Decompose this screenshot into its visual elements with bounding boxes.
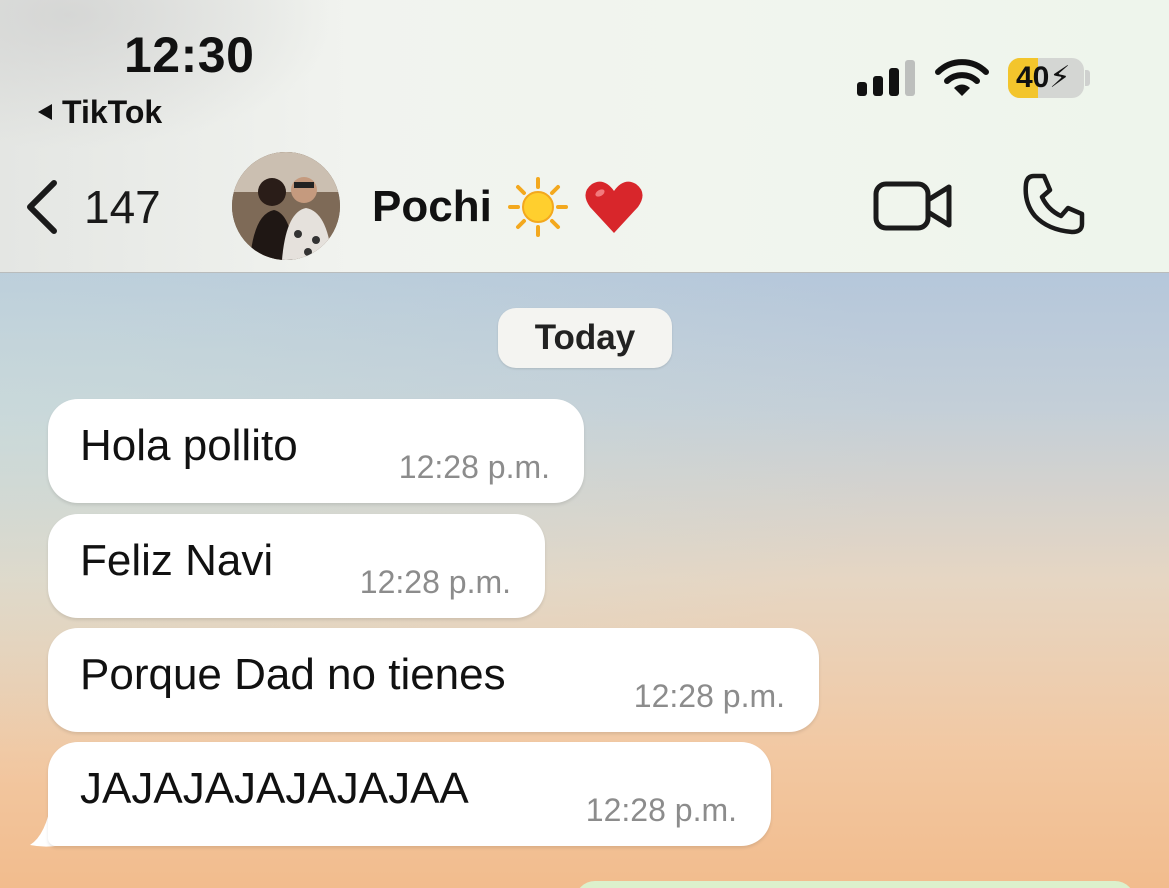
- contact-name-button[interactable]: Pochi: [372, 176, 644, 238]
- sun-emoji-icon: [507, 177, 568, 237]
- back-app-label: TikTok: [62, 93, 163, 130]
- message-timestamp: 12:28 p.m.: [359, 564, 511, 600]
- date-separator: Today: [498, 308, 672, 368]
- back-triangle-icon: [38, 104, 52, 120]
- charging-bolt-icon: ⚡: [1049, 61, 1071, 94]
- message-text: Hola pollito: [80, 421, 298, 470]
- battery-indicator: 40⚡: [1008, 58, 1084, 98]
- wifi-icon: [935, 59, 989, 96]
- contact-name: Pochi: [372, 182, 492, 231]
- message-timestamp: 12:28 p.m.: [585, 792, 737, 828]
- chevron-left-icon: [27, 180, 57, 234]
- message-text: Porque Dad no tienes: [80, 650, 506, 699]
- incoming-message-bubble[interactable]: Hola pollito 12:28 p.m.: [48, 399, 584, 503]
- video-call-icon[interactable]: [873, 178, 953, 234]
- incoming-message-bubble[interactable]: Feliz Navi 12:28 p.m.: [48, 514, 545, 618]
- outgoing-message-bubble[interactable]: [575, 881, 1135, 888]
- incoming-message-bubble[interactable]: Porque Dad no tienes 12:28 p.m.: [48, 628, 819, 732]
- message-timestamp: 12:28 p.m.: [633, 678, 785, 714]
- unread-count: 147: [84, 181, 161, 233]
- cellular-signal-icon: [857, 60, 915, 96]
- battery-percent: 40⚡: [1016, 61, 1071, 94]
- message-text: Feliz Navi: [80, 536, 274, 585]
- chat-area[interactable]: Today Hola pollito 12:28 p.m. Feliz Navi…: [0, 273, 1169, 888]
- battery-nub: [1085, 70, 1090, 86]
- back-to-app-link[interactable]: TikTok: [38, 92, 162, 132]
- back-button[interactable]: 147: [22, 172, 161, 242]
- incoming-message-bubble[interactable]: JAJAJAJAJAJAJAA 12:28 p.m.: [48, 742, 771, 846]
- message-timestamp: 12:28 p.m.: [398, 449, 550, 485]
- phone-call-icon[interactable]: [1022, 172, 1086, 236]
- avatar-photo: [232, 152, 340, 260]
- contact-avatar[interactable]: [232, 152, 340, 260]
- status-time: 12:30: [124, 27, 255, 83]
- message-text: JAJAJAJAJAJAJAA: [80, 764, 469, 813]
- top-bar: 12:30 TikTok 40⚡ 147 Pochi: [0, 0, 1169, 273]
- heart-emoji-icon: [585, 181, 643, 233]
